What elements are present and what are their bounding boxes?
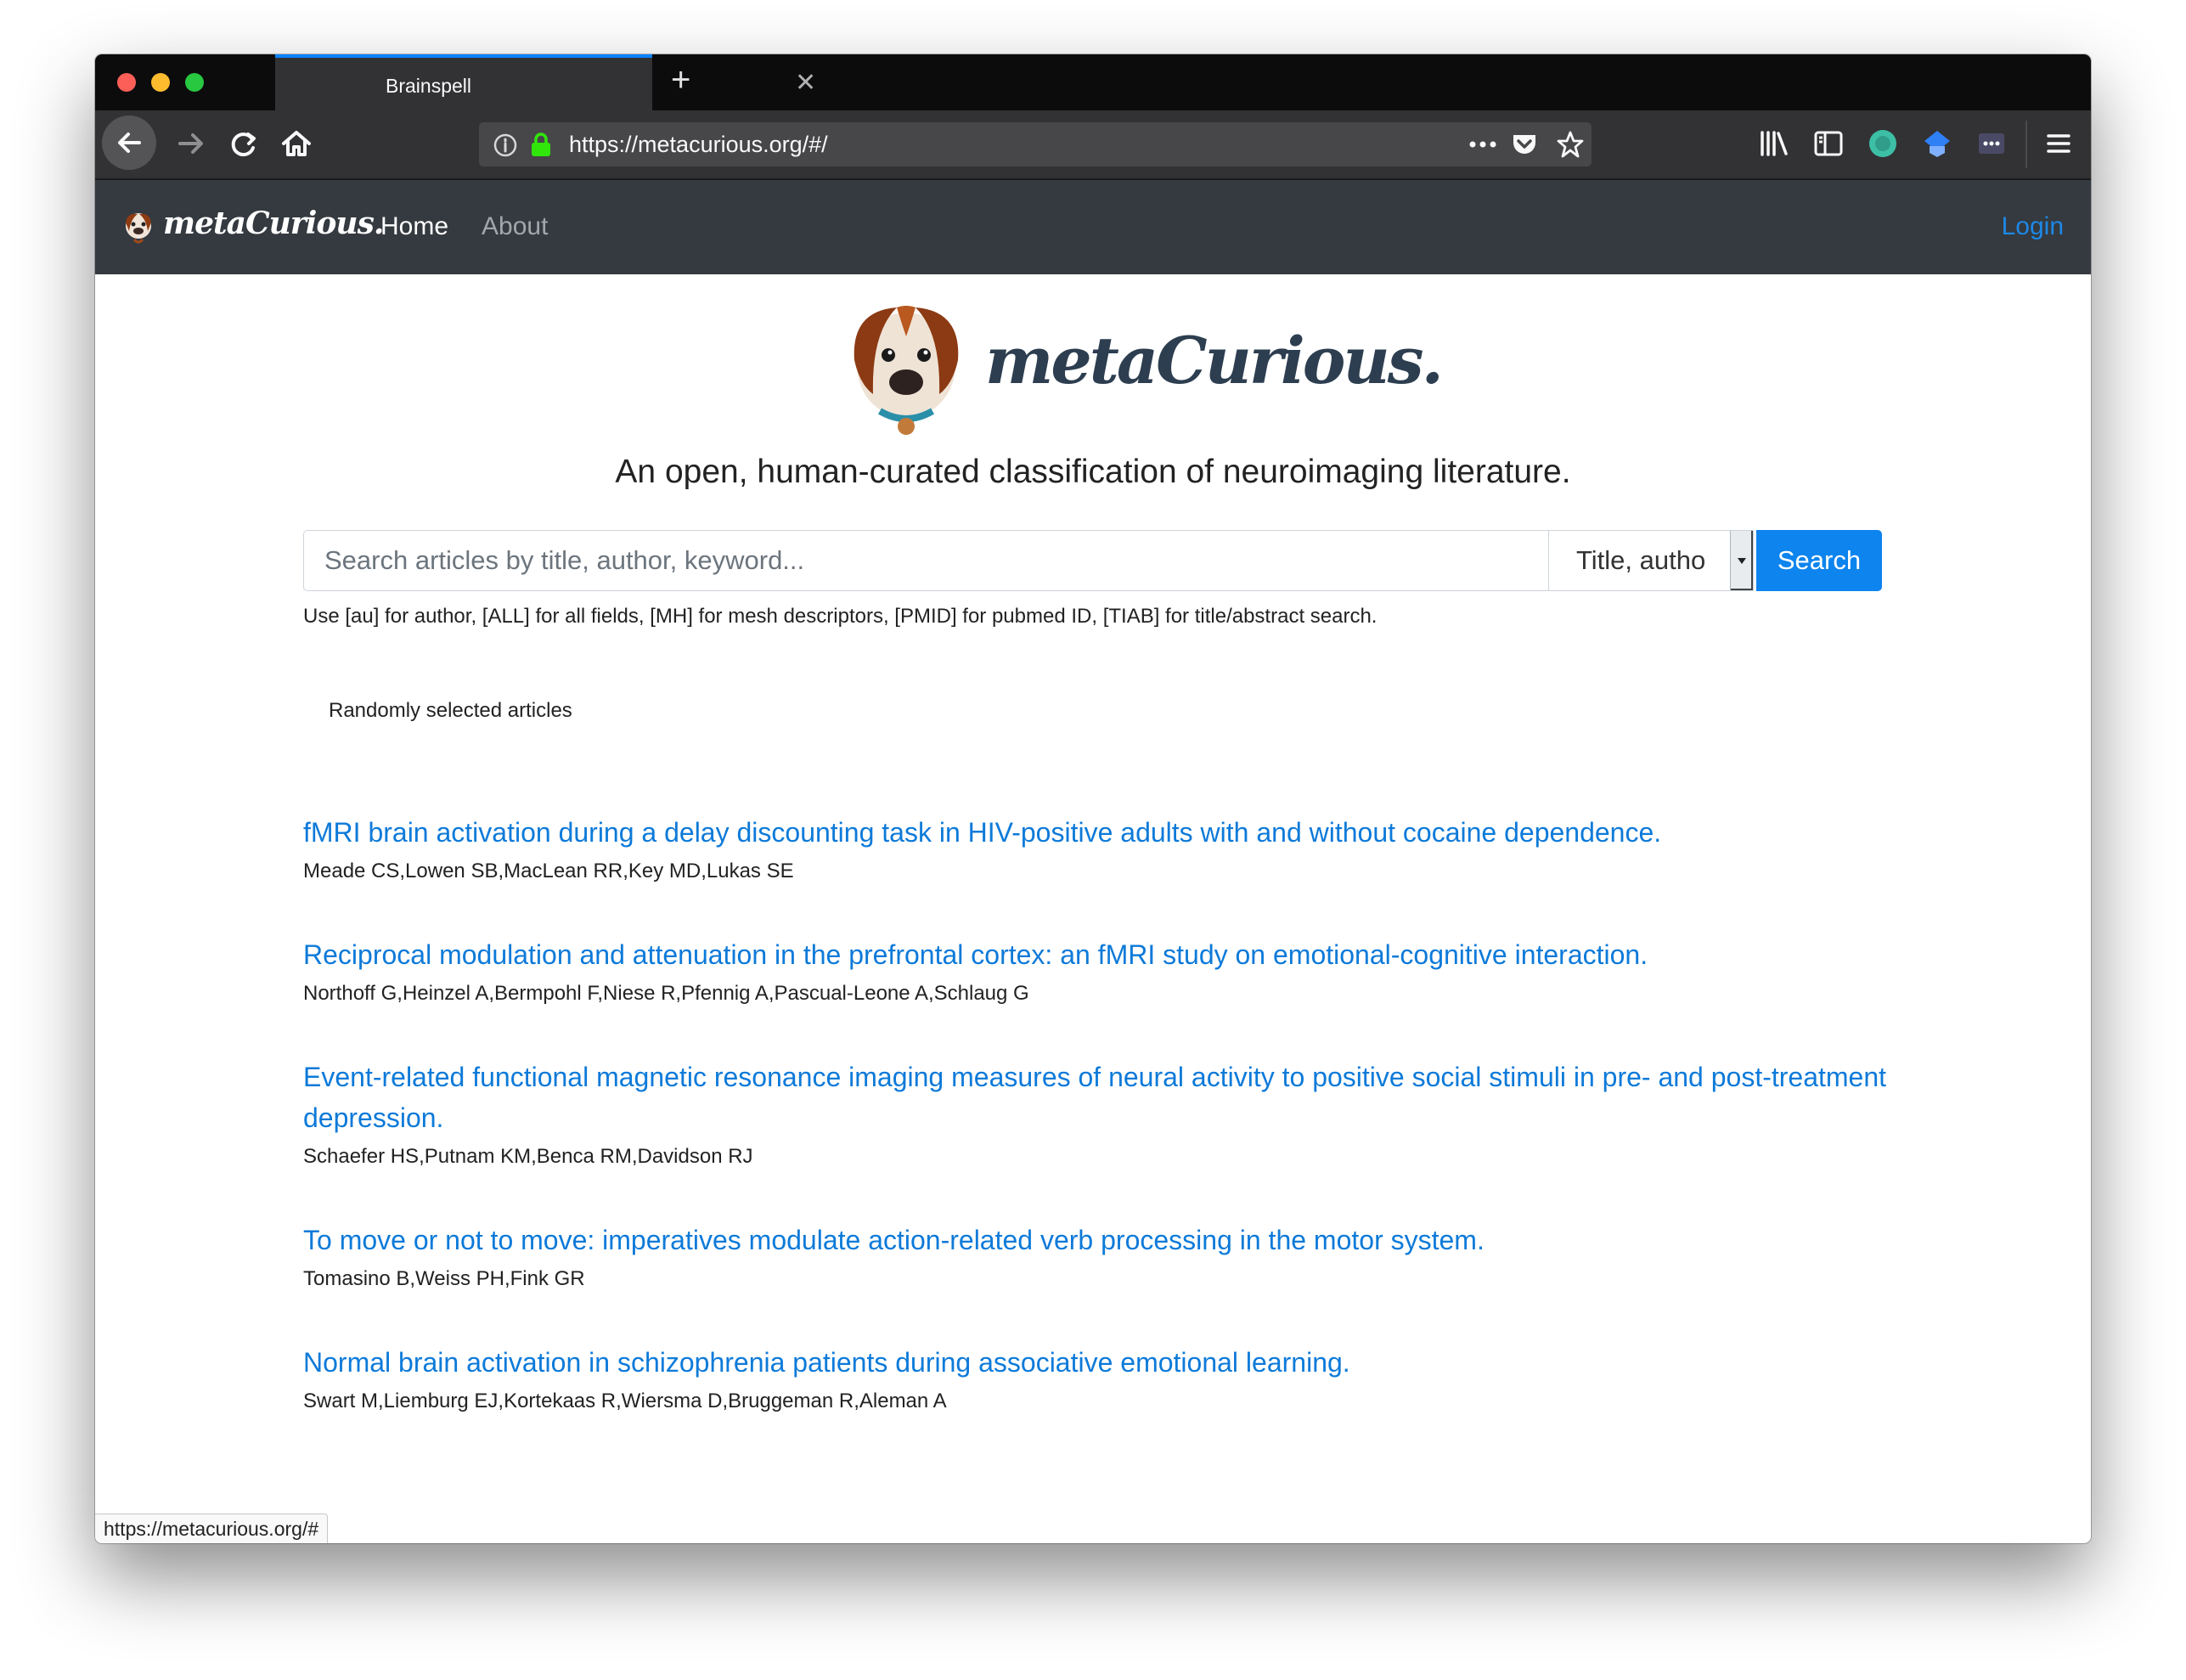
reload-icon[interactable]	[223, 122, 265, 165]
article-title-link[interactable]: Reciprocal modulation and attenuation in…	[303, 934, 1857, 975]
close-window-button[interactable]	[117, 73, 136, 92]
search-help-text: Use [au] for author, [ALL] for all field…	[303, 605, 1378, 628]
pocket-icon[interactable]	[1510, 131, 1539, 158]
article-authors: Northoff G,Heinzel A,Bermpohl F,Niese R,…	[303, 982, 1029, 1005]
status-url: https://metacurious.org/#	[95, 1514, 329, 1543]
chevron-down-icon[interactable]	[1730, 531, 1753, 590]
tab-close-icon[interactable]: ✕	[795, 70, 816, 97]
tab-title: Brainspell	[386, 75, 471, 97]
info-icon[interactable]	[493, 132, 518, 158]
article-authors: Tomasino B,Weiss PH,Fink GR	[303, 1267, 585, 1290]
tab-strip: Brainspell ✕ +	[95, 54, 2091, 110]
nav-home-link[interactable]: Home	[380, 212, 448, 241]
toolbar-separator	[2025, 121, 2027, 168]
article-title-link[interactable]: Event-related functional magnetic resona…	[303, 1057, 1917, 1138]
list-item: Event-related functional magnetic resona…	[303, 1057, 1917, 1169]
article-authors: Swart M,Liemburg EJ,Kortekaas R,Wiersma …	[303, 1390, 947, 1412]
search-button[interactable]: Search	[1756, 530, 1882, 591]
search-field-value: Title, autho	[1576, 545, 1706, 575]
browser-toolbar: https://metacurious.org/#/	[95, 110, 2091, 180]
forward-arrow-icon[interactable]	[170, 122, 212, 165]
article-title-link[interactable]: fMRI brain activation during a delay dis…	[303, 812, 1857, 853]
url-text[interactable]: https://metacurious.org/#/	[569, 132, 828, 158]
tagline: An open, human-curated classification of…	[615, 454, 1571, 490]
dog-logo-icon[interactable]	[121, 209, 156, 246]
login-link[interactable]: Login	[2002, 212, 2064, 241]
nav-about-link[interactable]: About	[482, 212, 548, 241]
list-item: fMRI brain activation during a delay dis…	[303, 812, 1857, 883]
back-arrow-icon	[118, 132, 141, 153]
article-authors: Schaefer HS,Putnam KM,Benca RM,Davidson …	[303, 1145, 753, 1168]
article-authors: Meade CS,Lowen SB,MacLean RR,Key MD,Luka…	[303, 860, 794, 882]
library-icon[interactable]	[1758, 127, 1790, 160]
minimize-window-button[interactable]	[151, 73, 170, 92]
article-title-link[interactable]: To move or not to move: imperatives modu…	[303, 1220, 1857, 1260]
list-item: Reciprocal modulation and attenuation in…	[303, 934, 1857, 1006]
extension-icon[interactable]	[1921, 127, 1953, 160]
list-item: Normal brain activation in schizophrenia…	[303, 1342, 1857, 1413]
brand-name[interactable]: metaCurious.	[163, 206, 384, 241]
tab-brainspell[interactable]: Brainspell ✕	[275, 54, 816, 110]
lock-icon[interactable]	[528, 131, 554, 158]
zoom-window-button[interactable]	[185, 73, 204, 92]
search-field-select[interactable]: Title, autho	[1548, 530, 1754, 591]
extension-icon[interactable]	[1975, 127, 2008, 160]
home-icon[interactable]	[275, 122, 318, 165]
browser-window: Brainspell ✕ + https://metacurious.org/#…	[95, 54, 2091, 1543]
star-icon[interactable]	[1556, 130, 1585, 159]
search-placeholder: Search articles by title, author, keywor…	[324, 545, 805, 575]
url-bar[interactable]: https://metacurious.org/#/	[479, 122, 1592, 166]
extension-icon[interactable]	[1867, 127, 1899, 160]
random-articles-heading: Randomly selected articles	[329, 699, 572, 722]
back-button[interactable]	[102, 116, 156, 170]
article-title-link[interactable]: Normal brain activation in schizophrenia…	[303, 1342, 1857, 1383]
more-icon[interactable]	[1466, 134, 1500, 155]
hero-logo-text: metaCurious.	[985, 323, 1444, 398]
hamburger-menu-icon[interactable]	[2042, 127, 2075, 160]
dog-logo-image	[854, 306, 959, 435]
search-input[interactable]: Search articles by title, author, keywor…	[303, 530, 1548, 591]
list-item: To move or not to move: imperatives modu…	[303, 1220, 1857, 1291]
sidebar-icon[interactable]	[1812, 127, 1845, 160]
site-navbar: metaCurious. Home About Login	[95, 180, 2091, 274]
new-tab-icon[interactable]: +	[671, 63, 690, 97]
